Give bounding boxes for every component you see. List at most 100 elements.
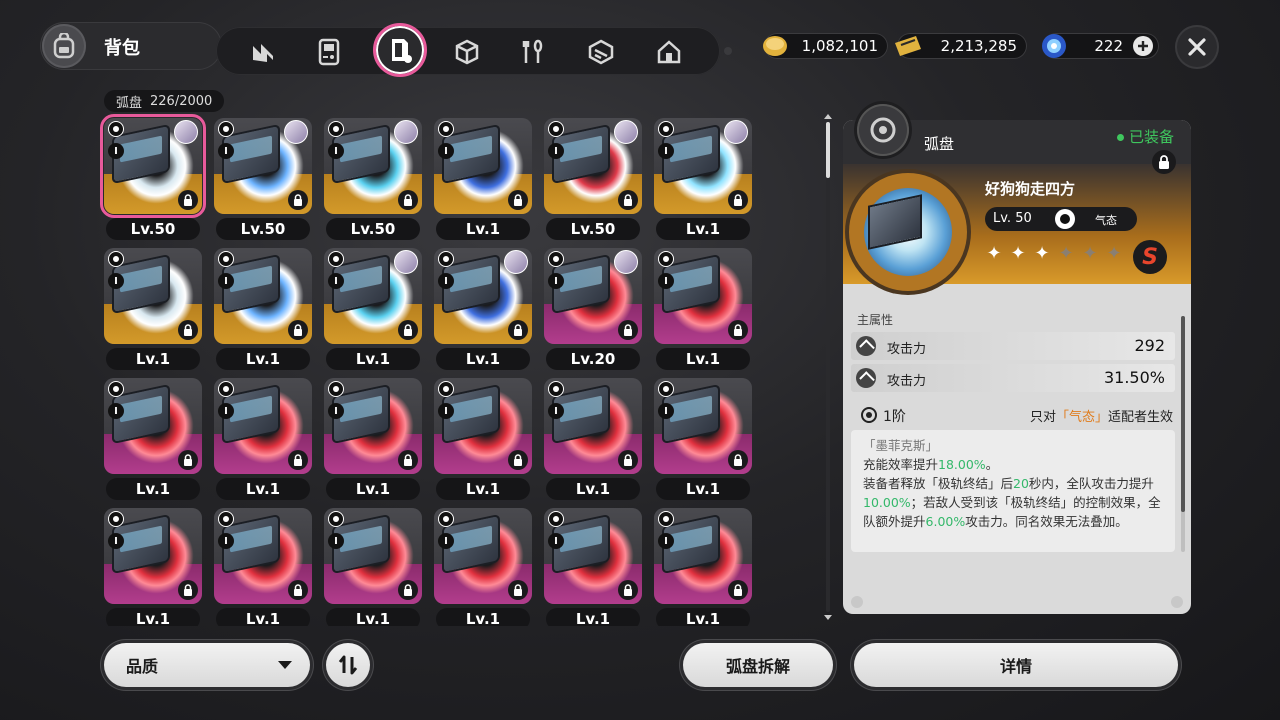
disc-level-label: Lv.1	[546, 478, 640, 500]
disc-cell[interactable]: I Lv.1	[214, 378, 312, 502]
drive-disc-n-icon[interactable]	[248, 37, 278, 67]
details-button[interactable]: 详情	[854, 643, 1178, 687]
disc-level-label: Lv.1	[326, 478, 420, 500]
disc-card[interactable]: I	[100, 114, 206, 218]
chevron-down-icon	[278, 661, 292, 669]
disc-card[interactable]: I	[434, 378, 532, 474]
disc-card[interactable]: I	[214, 378, 312, 474]
fork-spoon-icon[interactable]	[518, 37, 548, 67]
stat-name: 攻击力	[887, 374, 927, 389]
disc-cell[interactable]: I Lv.20	[544, 248, 642, 372]
disc-level-label: Lv.1	[656, 478, 750, 500]
disc-cell[interactable]: I Lv.50	[544, 118, 642, 242]
tier-badge: I	[438, 273, 454, 289]
attribute-icon	[658, 251, 674, 267]
disc-cell[interactable]: I Lv.1	[434, 248, 532, 372]
detail-scrollbar[interactable]	[1181, 316, 1185, 552]
cube-icon[interactable]	[452, 37, 482, 67]
box-package-icon[interactable]	[586, 37, 616, 67]
rank-s-icon: S	[1133, 240, 1167, 274]
disc-cell[interactable]: I Lv.50	[100, 114, 206, 242]
disc-card[interactable]: I	[104, 248, 202, 344]
disc-card[interactable]: I	[104, 508, 202, 604]
disc-attribute: 气态	[1095, 214, 1117, 227]
disc-cell[interactable]: I Lv.50	[324, 118, 422, 242]
lock-icon	[618, 320, 638, 340]
lock-toggle-button[interactable]	[1152, 150, 1176, 174]
disc-card[interactable]: I	[324, 378, 422, 474]
disc-card[interactable]: I	[214, 248, 312, 344]
lock-icon	[618, 450, 638, 470]
set-effect-description: 「墨菲克斯」 充能效率提升18.00%。 装备者释放「极轨终结」后20秒内，全队攻…	[851, 430, 1175, 552]
disc-card[interactable]: I	[654, 378, 752, 474]
home-icon[interactable]	[654, 37, 684, 67]
tier-badge: I	[548, 273, 564, 289]
agent-avatar	[394, 120, 418, 144]
disc-level-label: Lv.1	[216, 608, 310, 626]
panel-corner-dot	[851, 596, 863, 608]
disc-card[interactable]: I	[654, 118, 752, 214]
category-tab-bar	[216, 23, 720, 77]
attribute-icon	[328, 381, 344, 397]
agent-avatar	[174, 120, 198, 144]
disc-level-label: Lv.50	[326, 218, 420, 240]
disc-cell[interactable]: I Lv.1	[654, 248, 752, 372]
disc-card[interactable]: I	[104, 378, 202, 474]
disc-cell[interactable]: I Lv.1	[324, 508, 422, 626]
disc-cell[interactable]: I Lv.50	[214, 118, 312, 242]
attribute-icon	[218, 121, 234, 137]
disc-card[interactable]: I	[434, 508, 532, 604]
disc-card[interactable]: I	[654, 248, 752, 344]
dismantle-disc-button[interactable]: 弧盘拆解	[683, 643, 833, 687]
disc-cell[interactable]: I Lv.1	[654, 118, 752, 242]
gameboy-icon[interactable]	[314, 37, 344, 67]
disc-cell[interactable]: I Lv.1	[654, 508, 752, 626]
disc-card[interactable]: I	[214, 118, 312, 214]
disc-cell[interactable]: I Lv.1	[104, 378, 202, 502]
disc-cell[interactable]: I Lv.1	[324, 248, 422, 372]
disc-card[interactable]: I	[434, 248, 532, 344]
lock-icon	[508, 450, 528, 470]
disc-cell[interactable]: I Lv.1	[214, 508, 312, 626]
disc-cell[interactable]: I Lv.1	[104, 248, 202, 372]
lock-icon	[398, 320, 418, 340]
disc-card[interactable]: I	[544, 118, 642, 214]
drive-disc-tab-icon[interactable]	[373, 23, 427, 77]
close-button[interactable]	[1175, 25, 1219, 69]
detail-scroll-thumb[interactable]	[1181, 316, 1185, 512]
disc-cell[interactable]: I Lv.1	[434, 508, 532, 626]
lock-icon	[288, 190, 308, 210]
attribute-icon	[438, 251, 454, 267]
add-polychrome-button[interactable]	[1133, 36, 1153, 56]
disc-card[interactable]: I	[214, 508, 312, 604]
tier-badge: I	[548, 143, 564, 159]
attribute-icon	[548, 121, 564, 137]
disc-cell[interactable]: I Lv.1	[434, 118, 532, 242]
disc-card[interactable]: I	[544, 508, 642, 604]
disc-cell[interactable]: I Lv.1	[544, 508, 642, 626]
disc-cell[interactable]: I Lv.1	[654, 378, 752, 502]
disc-card[interactable]: I	[324, 248, 422, 344]
disc-card[interactable]: I	[654, 508, 752, 604]
disc-cell[interactable]: I Lv.1	[104, 508, 202, 626]
disc-card[interactable]: I	[324, 118, 422, 214]
disc-card[interactable]: I	[434, 118, 532, 214]
polychrome-icon	[1037, 29, 1071, 63]
grid-scroll-thumb[interactable]	[826, 122, 830, 178]
disc-cell[interactable]: I Lv.1	[434, 378, 532, 502]
disc-card[interactable]: I	[544, 248, 642, 344]
lock-icon	[288, 580, 308, 600]
lock-icon	[508, 580, 528, 600]
lock-icon	[178, 190, 198, 210]
lock-icon	[288, 450, 308, 470]
disc-cell[interactable]: I Lv.1	[214, 248, 312, 372]
quality-filter-dropdown[interactable]: 品质	[104, 643, 310, 687]
disc-cell[interactable]: I Lv.1	[544, 378, 642, 502]
disc-level-label: Lv.1	[106, 608, 200, 626]
disc-level-label: Lv.1	[546, 608, 640, 626]
sort-order-button[interactable]	[326, 643, 370, 687]
disc-card[interactable]: I	[544, 378, 642, 474]
disc-cell[interactable]: I Lv.1	[324, 378, 422, 502]
disc-card[interactable]: I	[324, 508, 422, 604]
grid-scrollbar[interactable]	[824, 114, 832, 620]
